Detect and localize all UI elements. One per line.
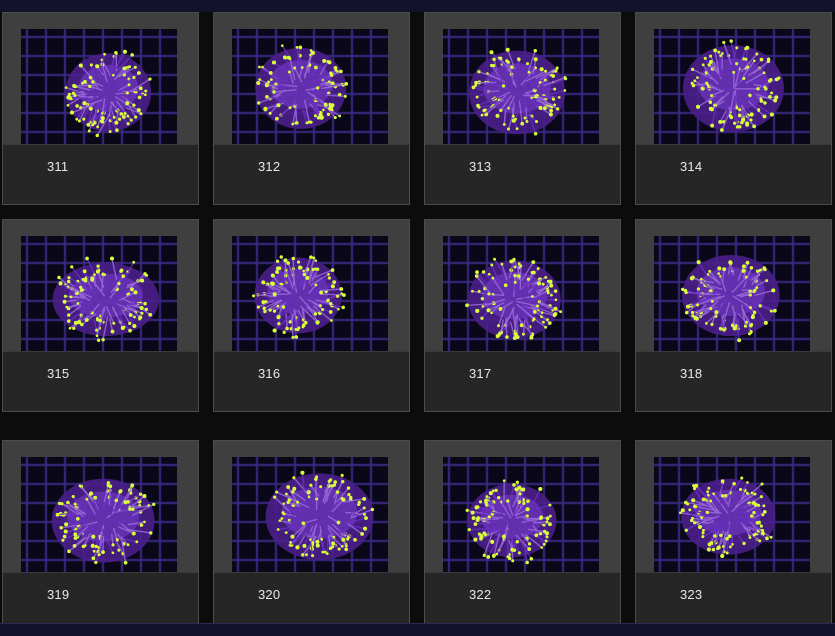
- coral-photo: [21, 236, 177, 352]
- photo-frame: [21, 29, 177, 145]
- caption-bar: 317: [425, 351, 620, 411]
- coral-photo: [232, 457, 388, 573]
- card-caption: 312: [258, 159, 280, 174]
- gallery-card[interactable]: 315: [2, 219, 199, 412]
- card-caption: 316: [258, 366, 280, 381]
- photo-frame: [654, 29, 810, 145]
- coral-photo: [232, 236, 388, 352]
- caption-bar: 318: [636, 351, 831, 411]
- bottom-bar: [0, 623, 835, 636]
- card-caption: 319: [47, 587, 69, 602]
- gallery-card[interactable]: 323: [635, 440, 832, 633]
- card-caption: 317: [469, 366, 491, 381]
- gallery-card[interactable]: 316: [213, 219, 410, 412]
- photo-frame: [654, 236, 810, 352]
- caption-bar: 311: [3, 144, 198, 204]
- gallery-card[interactable]: 317: [424, 219, 621, 412]
- gallery-card[interactable]: 314: [635, 12, 832, 205]
- gallery-card[interactable]: 322: [424, 440, 621, 633]
- caption-bar: 312: [214, 144, 409, 204]
- photo-frame: [232, 236, 388, 352]
- card-caption: 311: [47, 159, 68, 174]
- photo-frame: [232, 457, 388, 573]
- gallery-card[interactable]: 312: [213, 12, 410, 205]
- gallery-card[interactable]: 320: [213, 440, 410, 633]
- coral-photo: [443, 29, 599, 145]
- coral-photo: [654, 29, 810, 145]
- gallery-card[interactable]: 319: [2, 440, 199, 633]
- photo-frame: [443, 457, 599, 573]
- card-caption: 314: [680, 159, 702, 174]
- card-caption: 315: [47, 366, 69, 381]
- photo-frame: [443, 236, 599, 352]
- card-caption: 318: [680, 366, 702, 381]
- gallery-card[interactable]: 311: [2, 12, 199, 205]
- coral-photo: [654, 236, 810, 352]
- caption-bar: 313: [425, 144, 620, 204]
- card-caption: 323: [680, 587, 702, 602]
- photo-frame: [21, 236, 177, 352]
- caption-bar: 314: [636, 144, 831, 204]
- photo-frame: [443, 29, 599, 145]
- coral-photo: [443, 457, 599, 573]
- photo-gallery: 311 312 313 314 315 316 317 318 319 320 …: [0, 12, 835, 623]
- card-caption: 322: [469, 587, 491, 602]
- coral-photo: [232, 29, 388, 145]
- photo-frame: [654, 457, 810, 573]
- photo-frame: [21, 457, 177, 573]
- coral-photo: [654, 457, 810, 573]
- coral-photo: [21, 457, 177, 573]
- gallery-card[interactable]: 318: [635, 219, 832, 412]
- caption-bar: 315: [3, 351, 198, 411]
- card-caption: 320: [258, 587, 280, 602]
- gallery-card[interactable]: 313: [424, 12, 621, 205]
- coral-photo: [443, 236, 599, 352]
- card-caption: 313: [469, 159, 491, 174]
- photo-frame: [232, 29, 388, 145]
- coral-photo: [21, 29, 177, 145]
- caption-bar: 316: [214, 351, 409, 411]
